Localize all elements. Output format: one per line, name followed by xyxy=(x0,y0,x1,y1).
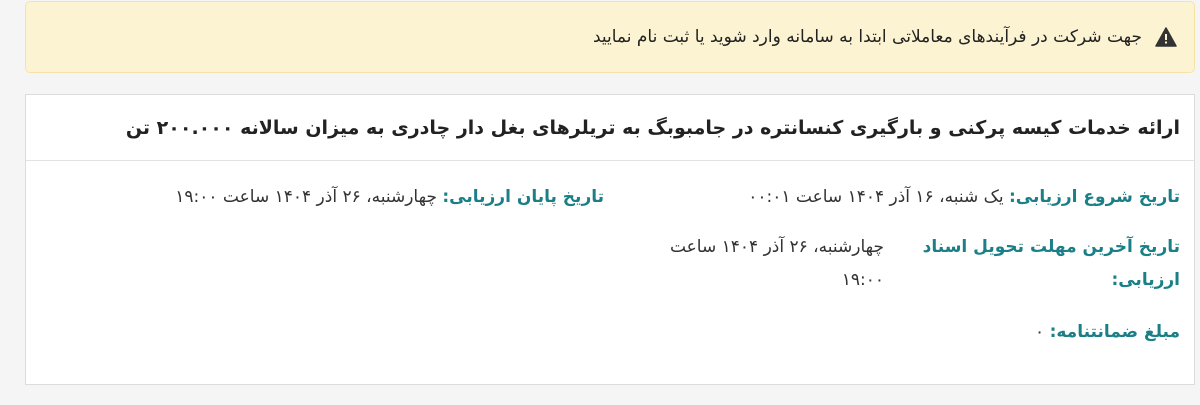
end-date-value: چهارشنبه، ۲۶ آذر ۱۴۰۴ ساعت ۱۹:۰۰ xyxy=(175,187,437,207)
start-date-field: تاریخ شروع ارزیابی: یک شنبه، ۱۶ آذر ۱۴۰۴… xyxy=(748,181,1180,213)
deadline-value: چهارشنبه، ۲۶ آذر ۱۴۰۴ ساعت ۱۹:۰۰ xyxy=(669,237,884,290)
alert-message: جهت شرکت در فرآیندهای معاملاتی ابتدا به … xyxy=(592,27,1142,47)
login-alert: جهت شرکت در فرآیندهای معاملاتی ابتدا به … xyxy=(25,1,1195,73)
guarantee-value: ۰ xyxy=(1035,322,1045,342)
start-date-value: یک شنبه، ۱۶ آذر ۱۴۰۴ ساعت ۰۰:۰۱ xyxy=(748,187,1004,207)
warning-triangle-icon xyxy=(1154,25,1178,49)
guarantee-label: مبلغ ضمانتنامه: xyxy=(1049,322,1180,342)
page: جهت شرکت در فرآیندهای معاملاتی ابتدا به … xyxy=(0,0,1200,405)
end-date-field: تاریخ پایان ارزیابی: چهارشنبه، ۲۶ آذر ۱۴… xyxy=(175,181,604,213)
start-date-label: تاریخ شروع ارزیابی: xyxy=(1008,187,1180,207)
deadline-label: تاریخ آخرین مهلت تحویل اسناد ارزیابی: xyxy=(922,237,1180,290)
tender-title: ارائه خدمات کیسه پرکنی و بارگیری کنسانتر… xyxy=(26,95,1194,161)
tender-details: تاریخ شروع ارزیابی: یک شنبه، ۱۶ آذر ۱۴۰۴… xyxy=(26,161,1194,386)
tender-card: ارائه خدمات کیسه پرکنی و بارگیری کنسانتر… xyxy=(25,94,1195,385)
guarantee-field: مبلغ ضمانتنامه: ۰ xyxy=(1035,316,1180,348)
end-date-label: تاریخ پایان ارزیابی: xyxy=(442,187,604,207)
